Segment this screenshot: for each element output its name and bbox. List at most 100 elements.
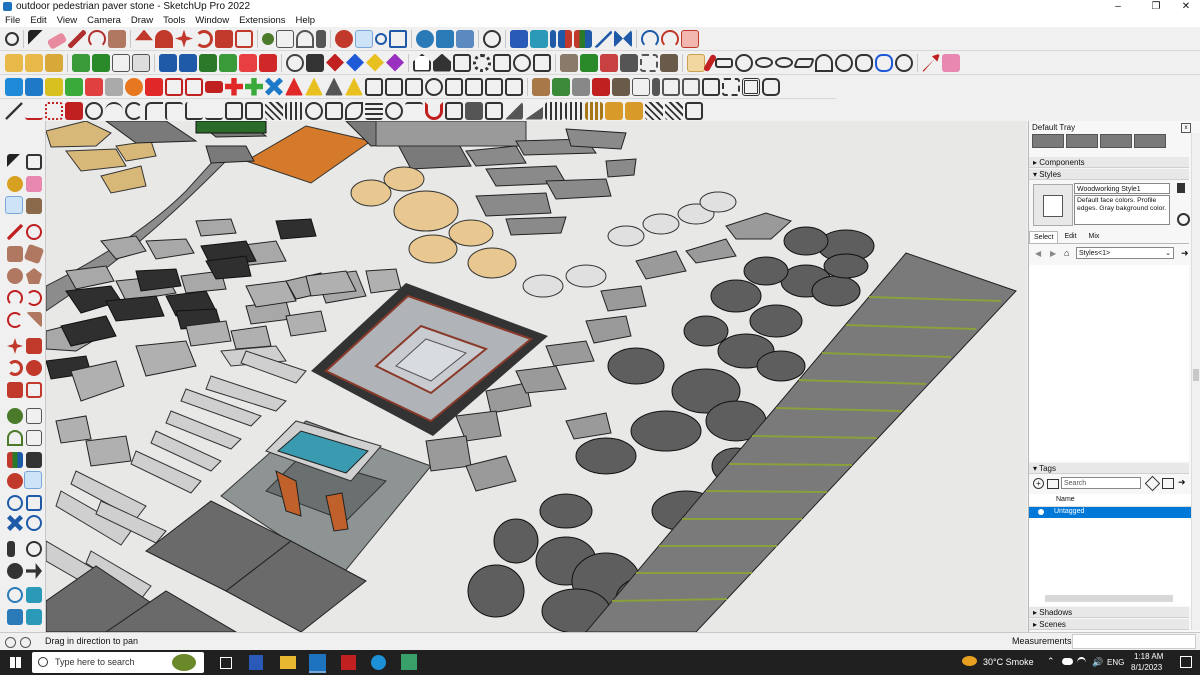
- house-icon[interactable]: [413, 53, 431, 72]
- lathe-icon[interactable]: [385, 101, 403, 120]
- warehouse-icon[interactable]: [416, 29, 434, 48]
- update-style-icon[interactable]: [1177, 213, 1190, 226]
- back-arrow-icon[interactable]: ◀: [1035, 249, 1041, 258]
- stack-left-icon[interactable]: [26, 609, 42, 625]
- warning-icon[interactable]: [345, 77, 363, 96]
- settings-icon[interactable]: [473, 53, 491, 72]
- windows-start-icon[interactable]: [10, 657, 21, 668]
- account-icon[interactable]: [483, 29, 501, 48]
- language-indicator[interactable]: ENG: [1107, 658, 1124, 667]
- measurements-input[interactable]: [1072, 634, 1196, 649]
- menu-help[interactable]: Help: [291, 15, 321, 26]
- styles-list-area[interactable]: [1029, 265, 1189, 461]
- wood-icon[interactable]: [532, 77, 550, 96]
- panel-icon[interactable]: [505, 77, 523, 96]
- style-description[interactable]: Default face colors. Profile edges. Gray…: [1074, 195, 1170, 225]
- style-name-field[interactable]: Woodworking Style1: [1074, 183, 1170, 194]
- home-icon[interactable]: ⌂: [1064, 248, 1069, 258]
- zoom-extents-left-icon[interactable]: [7, 515, 23, 531]
- forward-arrow-icon[interactable]: ▶: [1050, 249, 1056, 258]
- protractor-icon[interactable]: [296, 29, 314, 48]
- chain-icon[interactable]: [45, 101, 63, 120]
- face-green-icon[interactable]: [65, 77, 83, 96]
- arc-left-icon[interactable]: [7, 290, 23, 306]
- triangle-outline-icon[interactable]: [325, 77, 343, 96]
- redo-icon[interactable]: [661, 29, 679, 48]
- gem-purple-icon[interactable]: [386, 53, 404, 72]
- box-outline-icon[interactable]: [405, 77, 423, 96]
- rect-outline-icon[interactable]: [702, 77, 720, 96]
- fillet-icon[interactable]: [145, 101, 163, 120]
- tab-select[interactable]: Select: [1029, 231, 1059, 243]
- arc-icon[interactable]: [88, 29, 106, 48]
- hand-icon[interactable]: [681, 29, 699, 48]
- face-gray-icon[interactable]: [105, 77, 123, 96]
- arrow-red-icon[interactable]: [922, 53, 940, 72]
- edge-icon[interactable]: [371, 655, 386, 670]
- offset-left-icon[interactable]: [26, 382, 42, 398]
- camera-icon[interactable]: [453, 53, 471, 72]
- follow-me-alt-icon[interactable]: [159, 53, 177, 72]
- line-tool-icon[interactable]: [5, 101, 23, 120]
- notification-icon[interactable]: [1180, 656, 1192, 668]
- loop-outline-icon[interactable]: [425, 77, 443, 96]
- tags-panel-header[interactable]: ▾ Tags: [1029, 463, 1189, 474]
- taskbar-search[interactable]: Type here to search: [32, 652, 204, 673]
- copy-icon[interactable]: [493, 53, 511, 72]
- lock-icon[interactable]: [533, 53, 551, 72]
- solid-tools-icon[interactable]: [510, 29, 528, 48]
- close-button[interactable]: ✕: [1166, 0, 1200, 13]
- flip-icon[interactable]: [558, 29, 572, 48]
- pencil-left-icon[interactable]: [26, 198, 42, 214]
- tag-icon[interactable]: [5, 196, 23, 214]
- bridge-icon[interactable]: [405, 101, 423, 120]
- triangle-yellow-icon[interactable]: [305, 77, 323, 96]
- acrobat-icon[interactable]: [341, 655, 356, 670]
- dimension-left-icon[interactable]: [26, 408, 42, 424]
- file-explorer-icon[interactable]: [280, 656, 296, 669]
- truss-icon[interactable]: [585, 101, 603, 120]
- magnet-icon[interactable]: [425, 101, 443, 120]
- axes-icon[interactable]: [574, 29, 592, 48]
- layers-left-icon[interactable]: [7, 609, 23, 625]
- brick-icon[interactable]: [605, 101, 623, 120]
- menu-camera[interactable]: Camera: [82, 15, 126, 26]
- roof-pitch-icon[interactable]: [505, 101, 523, 120]
- tools-icon[interactable]: [465, 101, 483, 120]
- hidden-line-icon[interactable]: [132, 53, 150, 72]
- mesh-icon[interactable]: [632, 77, 650, 96]
- 3d-text-icon[interactable]: [26, 452, 42, 468]
- tag-row-untagged[interactable]: Untagged: [1029, 507, 1191, 518]
- shape-circle-icon[interactable]: [735, 53, 753, 72]
- style-swatch[interactable]: [1100, 134, 1132, 148]
- arc2-icon[interactable]: [26, 290, 42, 306]
- eraser-alt-icon[interactable]: [65, 101, 83, 120]
- sandbox-icon[interactable]: [530, 29, 548, 48]
- grid-red-icon[interactable]: [165, 77, 183, 96]
- weld-icon[interactable]: [85, 101, 103, 120]
- tile-icon[interactable]: [625, 101, 643, 120]
- styles-panel-header[interactable]: ▾ Styles: [1029, 169, 1189, 180]
- add-folder-icon[interactable]: [1047, 479, 1059, 489]
- rotated-rect-icon[interactable]: [23, 243, 45, 265]
- polygon-icon[interactable]: [26, 268, 42, 284]
- extension-warehouse-icon[interactable]: [436, 29, 454, 48]
- pan-left-icon[interactable]: [24, 471, 42, 489]
- gem-yellow-icon[interactable]: [366, 53, 384, 72]
- shape-blue-icon[interactable]: [875, 53, 893, 72]
- section-plane-icon[interactable]: [550, 29, 556, 48]
- freehand-left-icon[interactable]: [26, 224, 42, 240]
- extrude-icon[interactable]: [5, 77, 23, 96]
- dimension-icon[interactable]: [276, 29, 294, 48]
- tape-left-icon[interactable]: [7, 408, 23, 424]
- details-arrow-icon[interactable]: ➜: [1181, 248, 1189, 259]
- shade-icon[interactable]: [219, 53, 237, 72]
- tag-options-icon[interactable]: [1162, 478, 1174, 489]
- cube-icon[interactable]: [239, 53, 257, 72]
- cross-blue-icon[interactable]: [265, 77, 283, 96]
- spiral-icon[interactable]: [125, 101, 143, 120]
- face-red-icon[interactable]: [85, 77, 103, 96]
- task-view-icon[interactable]: [220, 657, 232, 669]
- plant-icon[interactable]: [552, 77, 570, 96]
- curve-icon[interactable]: [105, 101, 123, 120]
